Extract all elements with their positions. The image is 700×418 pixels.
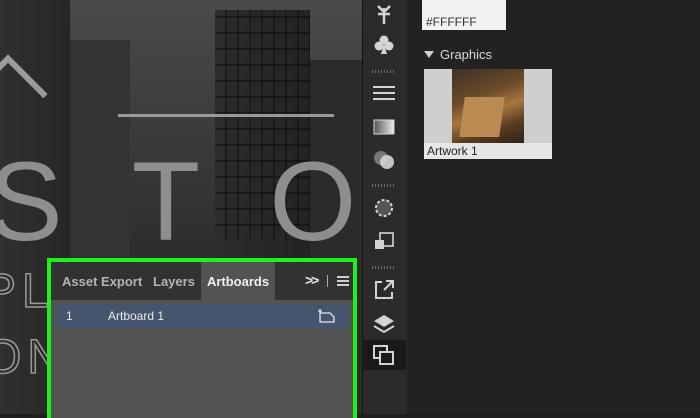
- panel-menu-icon[interactable]: [337, 276, 349, 286]
- stroke-icon[interactable]: [362, 78, 406, 108]
- graphic-name: Artwork 1: [424, 143, 552, 159]
- expand-panel-button[interactable]: >>: [305, 272, 319, 288]
- swatch-hex-value: #FFFFFF: [426, 15, 477, 29]
- layers-icon[interactable]: [362, 309, 406, 339]
- artboards-panel: Asset Export Layers Artboards >> 1 Artbo…: [47, 258, 357, 418]
- tab-artboards[interactable]: Artboards: [201, 262, 275, 300]
- horizontal-line-shape: [118, 114, 334, 117]
- graphics-header-label: Graphics: [440, 47, 493, 62]
- appearance-icon[interactable]: [362, 193, 406, 223]
- artboard-row[interactable]: 1 Artboard 1: [57, 304, 349, 328]
- disclosure-triangle-icon[interactable]: [424, 51, 434, 58]
- toolbar-grip[interactable]: [372, 266, 396, 269]
- divider: [327, 275, 328, 287]
- graphics-section-header[interactable]: Graphics: [424, 47, 492, 62]
- graphic-thumbnail[interactable]: Artwork 1: [424, 69, 552, 159]
- tab-asset-export[interactable]: Asset Export: [62, 262, 142, 300]
- thumbnail-table-shape: [459, 97, 505, 137]
- artboard-name[interactable]: Artboard 1: [108, 309, 164, 323]
- export-icon[interactable]: [362, 275, 406, 305]
- gradient-icon[interactable]: [362, 112, 406, 142]
- transparency-icon[interactable]: [362, 145, 406, 175]
- panel-tab-bar: Asset Export Layers Artboards >>: [51, 262, 353, 300]
- artwork-big-text: S T O T: [0, 139, 362, 264]
- artboard-number: 1: [66, 309, 73, 323]
- graphic-styles-icon[interactable]: [362, 227, 406, 257]
- artboard-options-icon[interactable]: [317, 308, 337, 324]
- tab-layers[interactable]: Layers: [153, 262, 195, 300]
- artboards-icon[interactable]: [362, 340, 406, 370]
- puppet-warp-icon[interactable]: [362, 0, 406, 30]
- club-symbol-icon[interactable]: [362, 30, 406, 60]
- properties-panel: [407, 0, 700, 414]
- toolbar-grip[interactable]: [372, 184, 396, 187]
- toolbar-grip[interactable]: [372, 70, 396, 73]
